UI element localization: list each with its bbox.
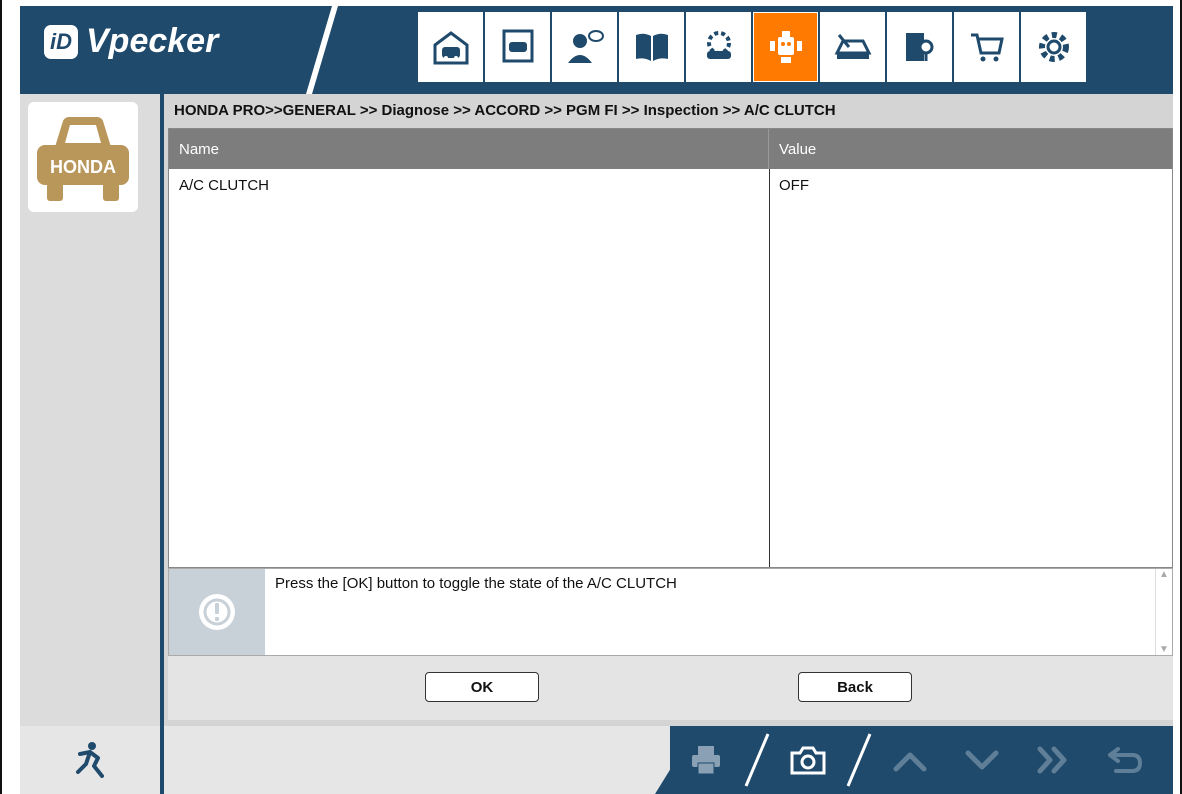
exit-area (20, 726, 160, 794)
car-brand-icon: HONDA (37, 117, 129, 201)
print-icon[interactable] (670, 726, 742, 794)
user-chat-icon[interactable] (552, 12, 617, 82)
warning-icon (199, 594, 235, 630)
chevron-down-icon[interactable] (946, 726, 1018, 794)
return-icon[interactable] (1090, 726, 1162, 794)
scroll-up-icon[interactable]: ▲ (1159, 569, 1169, 580)
message-icon-box (169, 569, 265, 655)
exit-running-man-icon[interactable] (72, 740, 108, 780)
home-garage-icon[interactable] (418, 12, 483, 82)
chevron-up-icon[interactable] (874, 726, 946, 794)
status-area (160, 726, 670, 794)
car-repair-icon[interactable] (820, 12, 885, 82)
back-button[interactable]: Back (798, 672, 912, 702)
button-bar: OK Back (168, 656, 1173, 720)
message-text: Press the [OK] button to toggle the stat… (275, 575, 677, 592)
ok-button[interactable]: OK (425, 672, 539, 702)
main-panel: HONDA PRO>>GENERAL >> Diagnose >> ACCORD… (160, 94, 1173, 726)
table-header: Name Value (169, 129, 1172, 169)
vehicle-window-icon[interactable] (485, 12, 550, 82)
settings-gear-icon[interactable] (1021, 12, 1086, 82)
robot-diagnose-icon[interactable] (753, 12, 818, 82)
vehicle-brand-badge: HONDA (28, 102, 138, 212)
window-border-left (0, 0, 2, 794)
manual-search-icon[interactable] (887, 12, 952, 82)
message-scrollbar[interactable]: ▲ ▼ (1155, 569, 1172, 655)
cell-value: OFF (779, 176, 809, 194)
double-chevron-right-icon[interactable] (1018, 726, 1090, 794)
brand-logo: iD Vpecker (44, 22, 218, 61)
column-header-value: Value (779, 140, 817, 158)
bottom-slash-divider-2 (846, 733, 872, 787)
column-header-name: Name (169, 129, 769, 169)
toolbar-icon-row (418, 12, 1088, 82)
data-table: Name Value A/C CLUTCH OFF (168, 128, 1173, 568)
logo-divider-slash (306, 6, 338, 94)
bottom-bar (20, 726, 1173, 794)
brand-mark-icon: iD (44, 24, 78, 59)
top-bar: iD Vpecker (20, 6, 1173, 94)
left-sidebar: HONDA (20, 94, 160, 726)
cell-name: A/C CLUTCH (179, 176, 270, 194)
bottom-icon-row (670, 726, 1162, 794)
vehicle-brand-label: HONDA (50, 157, 116, 177)
camera-icon[interactable] (772, 726, 844, 794)
table-row[interactable]: A/C CLUTCH OFF (169, 169, 1172, 201)
gear-car-icon[interactable] (686, 12, 751, 82)
bottom-slash-divider (744, 733, 770, 787)
scroll-down-icon[interactable]: ▼ (1159, 644, 1169, 655)
book-icon[interactable] (619, 12, 684, 82)
brand-name: Vpecker (86, 22, 219, 60)
table-body: A/C CLUTCH OFF (169, 169, 1172, 567)
shopping-cart-icon[interactable] (954, 12, 1019, 82)
breadcrumb: HONDA PRO>>GENERAL >> Diagnose >> ACCORD… (174, 102, 836, 119)
message-area: Press the [OK] button to toggle the stat… (168, 568, 1173, 656)
